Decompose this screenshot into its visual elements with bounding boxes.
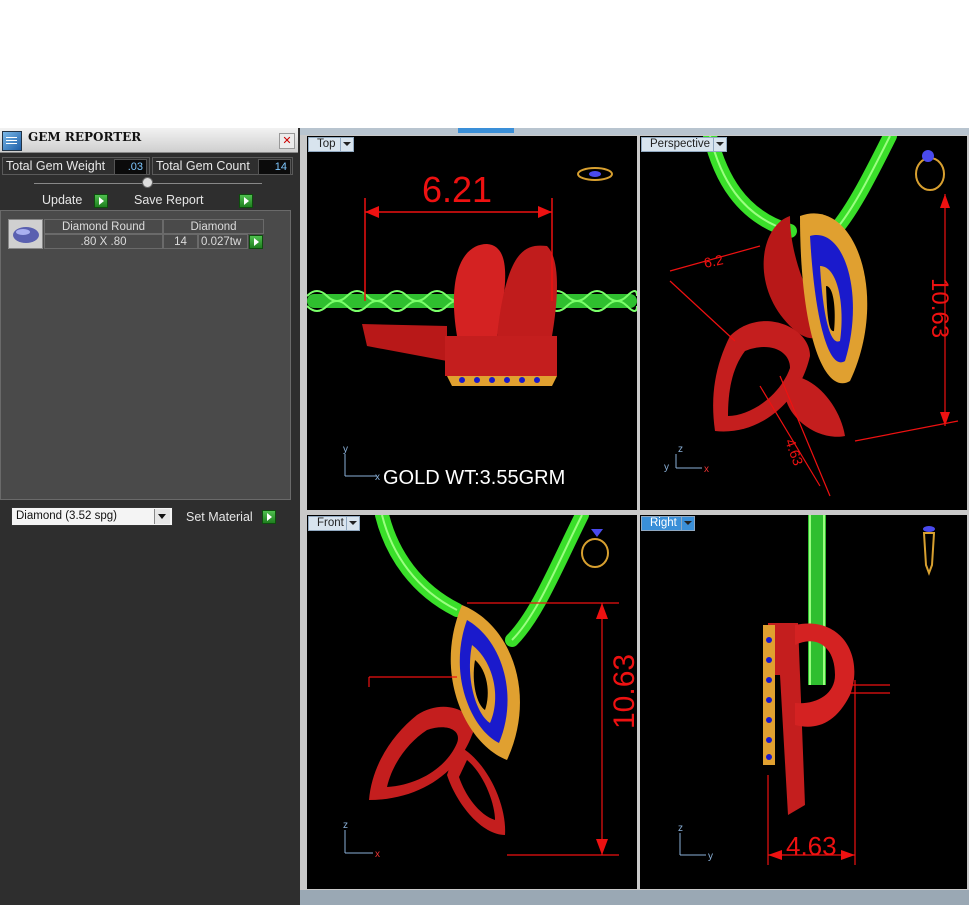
- gem-row-go-button[interactable]: [249, 235, 263, 249]
- panel-title: GEM REPORTER: [28, 130, 142, 144]
- chevron-down-icon[interactable]: [713, 138, 726, 151]
- total-count-label: Total Gem Count: [156, 159, 250, 173]
- chevron-down-icon[interactable]: [346, 517, 359, 530]
- panel-titlebar: GEM REPORTER: [0, 128, 298, 153]
- tab-front[interactable]: Front: [308, 516, 360, 531]
- viewport-right[interactable]: 4.63 z y Right: [640, 515, 967, 889]
- chevron-down-icon[interactable]: [681, 517, 694, 530]
- svg-text:x: x: [375, 472, 380, 483]
- update-button-label[interactable]: Update: [42, 193, 82, 207]
- svg-text:z: z: [343, 820, 348, 831]
- svg-text:y: y: [343, 444, 348, 455]
- front-view-render: 10.63 z x: [343, 508, 641, 860]
- svg-text:z: z: [678, 823, 683, 834]
- tab-perspective-label: Perspective: [650, 138, 711, 150]
- gem-weight-cell: 0.027tw: [198, 234, 248, 249]
- top-view-render: 6.21 y x GOLD WT:3.55GRM: [306, 167, 638, 489]
- gem-count-cell: 14: [163, 234, 198, 249]
- persp-depth-label: 4.63: [782, 437, 806, 468]
- tab-strip: [300, 128, 969, 135]
- gem-list: [0, 210, 291, 500]
- chevron-down-icon[interactable]: [340, 138, 353, 151]
- col-header-type: Diamond: [163, 219, 264, 234]
- front-dimension-label: 10.63: [608, 654, 637, 729]
- gem-thumbnail[interactable]: [8, 219, 43, 249]
- gold-weight-annotation: GOLD WT:3.55GRM: [383, 467, 565, 489]
- svg-text:z: z: [678, 444, 683, 455]
- right-view-render: 4.63 z y: [678, 515, 936, 865]
- viewport-front[interactable]: 10.63 z x Front: [307, 508, 641, 889]
- total-weight-label: Total Gem Weight: [6, 159, 106, 173]
- active-tab-indicator: [458, 128, 514, 133]
- tab-front-label: Front: [317, 517, 344, 529]
- viewport-perspective[interactable]: 10.63 6.2 4.63 z y x Perspective: [640, 129, 967, 510]
- save-report-button-label[interactable]: Save Report: [134, 193, 203, 207]
- diamond-round-icon: [13, 227, 39, 243]
- persp-height-label: 10.63: [926, 278, 953, 338]
- set-material-label[interactable]: Set Material: [186, 510, 253, 524]
- gem-reporter-icon: [2, 131, 22, 151]
- tab-top[interactable]: Top: [308, 137, 354, 152]
- persp-width-label: 6.2: [702, 251, 725, 271]
- viewport-top[interactable]: 6.21 y x GOLD WT:3.55GRM Top: [306, 136, 638, 510]
- set-material-button[interactable]: [262, 510, 276, 524]
- svg-text:y: y: [664, 462, 669, 473]
- material-select[interactable]: Diamond (3.52 spg): [11, 507, 173, 526]
- tab-top-label: Top: [317, 138, 336, 150]
- total-count-field[interactable]: 14: [258, 159, 291, 175]
- save-report-button[interactable]: [239, 194, 253, 208]
- taskbar-strip: [300, 890, 969, 905]
- col-header-shape: Diamond Round: [44, 219, 163, 234]
- top-dimension-label: 6.21: [422, 169, 492, 210]
- update-button[interactable]: [94, 194, 108, 208]
- svg-text:x: x: [704, 464, 709, 475]
- gem-size-cell: .80 X .80: [44, 234, 163, 249]
- svg-text:x: x: [375, 849, 380, 860]
- perspective-view-render: 10.63 6.2 4.63 z y x: [664, 129, 959, 497]
- svg-text:y: y: [708, 851, 713, 862]
- close-button[interactable]: ✕: [279, 133, 295, 149]
- right-dimension-label: 4.63: [786, 831, 837, 861]
- tab-perspective[interactable]: Perspective: [641, 137, 727, 152]
- collapse-knob[interactable]: [142, 177, 153, 188]
- tab-right-label: Right: [650, 517, 677, 529]
- chevron-down-icon[interactable]: [154, 509, 170, 524]
- tab-right[interactable]: Right: [641, 516, 695, 531]
- total-weight-field[interactable]: .03: [114, 159, 147, 175]
